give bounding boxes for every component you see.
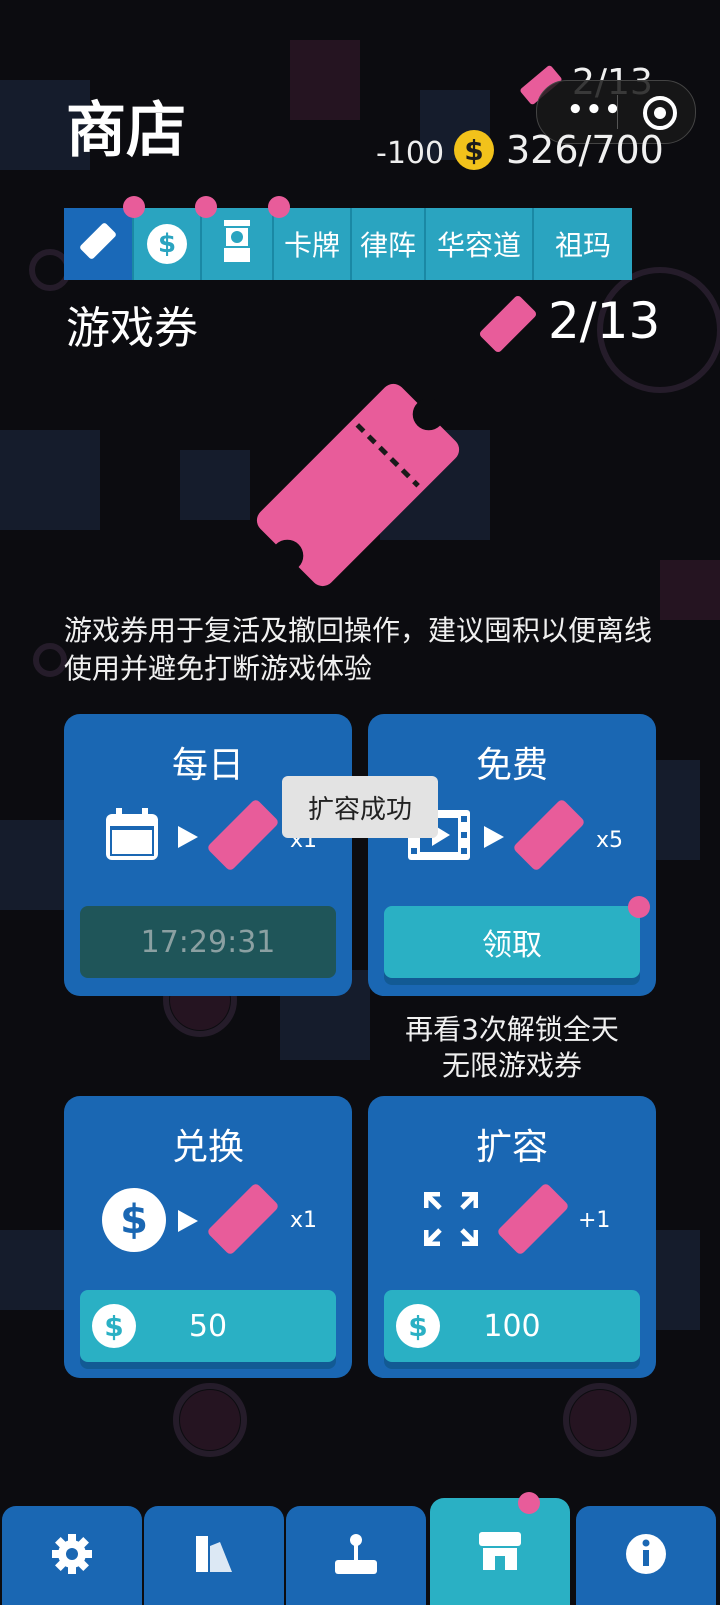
close-mini-program-button[interactable] bbox=[643, 96, 677, 130]
badge-dot bbox=[195, 196, 217, 218]
nav-settings[interactable] bbox=[2, 1506, 142, 1605]
tab-coins[interactable]: $ bbox=[134, 208, 202, 280]
free-card: 免费 x5 领取 bbox=[368, 714, 656, 996]
palette-icon bbox=[192, 1532, 236, 1580]
info-icon bbox=[624, 1532, 668, 1580]
card-title: 扩容 bbox=[475, 1127, 548, 1168]
tab-klotski[interactable]: 华容道 bbox=[426, 208, 534, 280]
bottom-nav bbox=[0, 1498, 720, 1605]
section-description: 游戏券用于复活及撤回操作，建议囤积以便离线使用并避免打断游戏体验 bbox=[64, 614, 653, 685]
claim-button[interactable]: 领取 bbox=[384, 906, 640, 978]
capsule-divider bbox=[617, 95, 618, 129]
badge-dot bbox=[268, 196, 290, 218]
badge-dot bbox=[628, 896, 650, 918]
category-tabs: $ 卡牌 律阵 华容道 祖玛 bbox=[64, 208, 632, 280]
section-ticket-count: 2/13 bbox=[548, 292, 661, 350]
ticket-icon bbox=[476, 294, 540, 358]
multiplier-label: x1 bbox=[290, 1208, 318, 1233]
ticket-icon bbox=[510, 798, 588, 876]
coin-icon: $ bbox=[396, 1304, 440, 1348]
expand-card: 扩容 +1 $ 100 bbox=[368, 1096, 656, 1378]
coin-count: 326/700 bbox=[506, 128, 664, 172]
price-label: 100 bbox=[483, 1308, 541, 1344]
settings-icon bbox=[50, 1532, 94, 1580]
section-title: 游戏券 bbox=[66, 303, 198, 354]
toast-message: 扩容成功 bbox=[282, 776, 438, 838]
joystick-icon bbox=[333, 1532, 379, 1580]
coin-icon: $ bbox=[454, 130, 494, 170]
tab-tickets[interactable] bbox=[64, 208, 134, 280]
multiplier-label: +1 bbox=[578, 1208, 611, 1233]
exchange-card: 兑换 $ x1 $ 50 bbox=[64, 1096, 352, 1378]
tab-zuma[interactable]: 祖玛 bbox=[534, 208, 632, 280]
more-menu-button[interactable]: ••• bbox=[567, 95, 623, 125]
ticket-icon bbox=[204, 798, 282, 876]
arrow-icon bbox=[178, 1210, 198, 1236]
price-label: 50 bbox=[188, 1308, 228, 1344]
daily-timer-button: 17:29:31 bbox=[80, 906, 336, 978]
tab-cards[interactable]: 卡牌 bbox=[274, 208, 352, 280]
calendar-icon bbox=[104, 806, 160, 866]
page-title: 商店 bbox=[66, 96, 186, 166]
tab-gacha[interactable] bbox=[202, 208, 274, 280]
expand-buy-button[interactable]: $ 100 bbox=[384, 1290, 640, 1362]
hint-line: 再看3次解锁全天 bbox=[405, 1013, 619, 1046]
gacha-machine-icon bbox=[222, 218, 252, 271]
tab-rhythm[interactable]: 律阵 bbox=[352, 208, 426, 280]
coin-icon: $ bbox=[102, 1188, 166, 1252]
ticket-icon bbox=[494, 1182, 572, 1260]
nav-themes[interactable] bbox=[144, 1506, 284, 1605]
unlock-hint: 再看3次解锁全天 无限游戏券 bbox=[360, 1012, 664, 1084]
nav-shop[interactable] bbox=[430, 1498, 570, 1605]
badge-dot bbox=[518, 1492, 540, 1514]
arrow-icon bbox=[484, 826, 504, 852]
card-title: 兑换 bbox=[171, 1127, 244, 1168]
coin-icon: $ bbox=[92, 1304, 136, 1348]
daily-card: 每日 x1 17:29:31 bbox=[64, 714, 352, 996]
coin-delta: -100 bbox=[376, 136, 445, 171]
coin-icon: $ bbox=[147, 224, 187, 264]
nav-info[interactable] bbox=[576, 1506, 716, 1605]
multiplier-label: x5 bbox=[596, 828, 624, 853]
badge-dot bbox=[123, 196, 145, 218]
nav-games[interactable] bbox=[286, 1506, 426, 1605]
hint-line: 无限游戏券 bbox=[441, 1049, 582, 1082]
large-ticket-icon bbox=[248, 380, 468, 594]
shop-icon bbox=[477, 1528, 523, 1576]
expand-arrows-icon bbox=[423, 1191, 479, 1250]
ticket-icon bbox=[76, 219, 120, 270]
exchange-buy-button[interactable]: $ 50 bbox=[80, 1290, 336, 1362]
ticket-icon bbox=[204, 1182, 282, 1260]
arrow-icon bbox=[178, 826, 198, 852]
